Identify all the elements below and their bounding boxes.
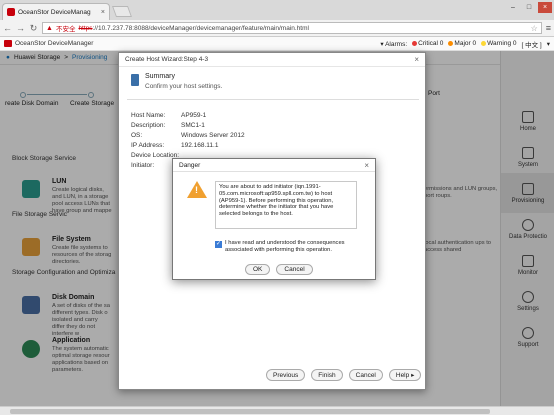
wizard-title: Create Host Wizard:Step 4-3 bbox=[125, 56, 209, 63]
huawei-favicon-icon bbox=[7, 8, 15, 16]
critical-dot-icon bbox=[412, 40, 418, 46]
checkbox-checked-icon[interactable]: ✓ bbox=[215, 241, 222, 248]
language-switch[interactable]: [ 中文 ] bbox=[522, 39, 542, 49]
window-close-icon[interactable]: × bbox=[538, 2, 552, 13]
previous-button[interactable]: Previous bbox=[266, 369, 306, 381]
danger-dialog: Danger × ! You are about to add initiato… bbox=[172, 158, 376, 280]
minimize-icon[interactable]: – bbox=[506, 2, 520, 13]
forward-icon[interactable]: → bbox=[16, 23, 25, 33]
warning-alarm[interactable]: Warning 0 bbox=[481, 40, 517, 47]
summary-subtitle: Confirm your host settings. bbox=[145, 83, 223, 90]
description-value: SMC1-1 bbox=[181, 121, 205, 129]
os-label: OS: bbox=[131, 131, 143, 139]
major-alarm[interactable]: Major 0 bbox=[448, 40, 476, 47]
acknowledge-label: I have read and understood the consequen… bbox=[225, 240, 345, 253]
wizard-cancel-button[interactable]: Cancel bbox=[348, 369, 383, 381]
help-dropdown-icon: ▸ bbox=[411, 372, 415, 379]
summary-document-icon bbox=[131, 74, 139, 86]
danger-message: You are about to add initiator (iqn.1991… bbox=[215, 181, 357, 229]
insecure-warning-icon: ▲ bbox=[46, 24, 53, 32]
tab-title: OceanStor DeviceManag bbox=[18, 8, 91, 16]
huawei-logo-icon bbox=[4, 40, 12, 47]
browser-menu-icon[interactable]: ≡ bbox=[546, 23, 551, 33]
url-text: https://10.7.237.78:8088/deviceManager/d… bbox=[78, 24, 309, 32]
warning-triangle-icon: ! bbox=[187, 181, 207, 198]
help-button[interactable]: Help ▸ bbox=[388, 369, 422, 381]
warning-dot-icon bbox=[481, 40, 487, 46]
new-tab-button[interactable] bbox=[111, 6, 133, 17]
wizard-close-icon[interactable]: × bbox=[414, 55, 419, 64]
divider bbox=[127, 99, 419, 100]
finish-button[interactable]: Finish bbox=[311, 369, 343, 381]
host-name-label: Host Name: bbox=[131, 111, 166, 119]
address-bar: ← → ↻ ▲ 不安全 https://10.7.237.78:8088/dev… bbox=[0, 20, 554, 37]
os-value: Windows Server 2012 bbox=[181, 131, 245, 139]
browser-tabbar: OceanStor DeviceManag × – □ × bbox=[0, 0, 554, 20]
host-name-value: AP959-1 bbox=[181, 111, 207, 119]
danger-cancel-button[interactable]: Cancel bbox=[276, 264, 313, 275]
reload-icon[interactable]: ↻ bbox=[29, 23, 38, 34]
description-label: Description: bbox=[131, 121, 166, 129]
danger-close-icon[interactable]: × bbox=[364, 161, 369, 170]
app-header: OceanStor DeviceManager ▾ Alarms: Critic… bbox=[0, 37, 554, 51]
alarms-label[interactable]: ▾ Alarms: bbox=[380, 40, 407, 48]
ip-label: IP Address: bbox=[131, 141, 165, 149]
tab-close-icon[interactable]: × bbox=[101, 9, 105, 16]
maximize-icon[interactable]: □ bbox=[522, 2, 536, 13]
browser-tab[interactable]: OceanStor DeviceManag × bbox=[2, 3, 110, 20]
insecure-label: 不安全 bbox=[55, 26, 76, 33]
acknowledge-checkbox[interactable]: ✓ I have read and understood the consequ… bbox=[215, 240, 365, 254]
back-icon[interactable]: ← bbox=[3, 23, 12, 33]
url-input[interactable]: ▲ 不安全 https://10.7.237.78:8088/deviceMan… bbox=[42, 22, 542, 34]
danger-title: Danger bbox=[179, 161, 201, 169]
horizontal-scrollbar[interactable] bbox=[0, 406, 554, 415]
scrollbar-thumb[interactable] bbox=[10, 409, 490, 414]
major-dot-icon bbox=[448, 40, 454, 46]
ip-value: 192.168.11.1 bbox=[181, 141, 219, 149]
ok-button[interactable]: OK bbox=[245, 264, 271, 275]
bookmark-star-icon[interactable]: ☆ bbox=[531, 24, 538, 33]
summary-title: Summary bbox=[145, 73, 175, 80]
app-brand: OceanStor DeviceManager bbox=[15, 40, 94, 47]
user-icon[interactable]: ▾ bbox=[547, 40, 550, 48]
critical-alarm[interactable]: Critical 0 bbox=[412, 40, 443, 47]
